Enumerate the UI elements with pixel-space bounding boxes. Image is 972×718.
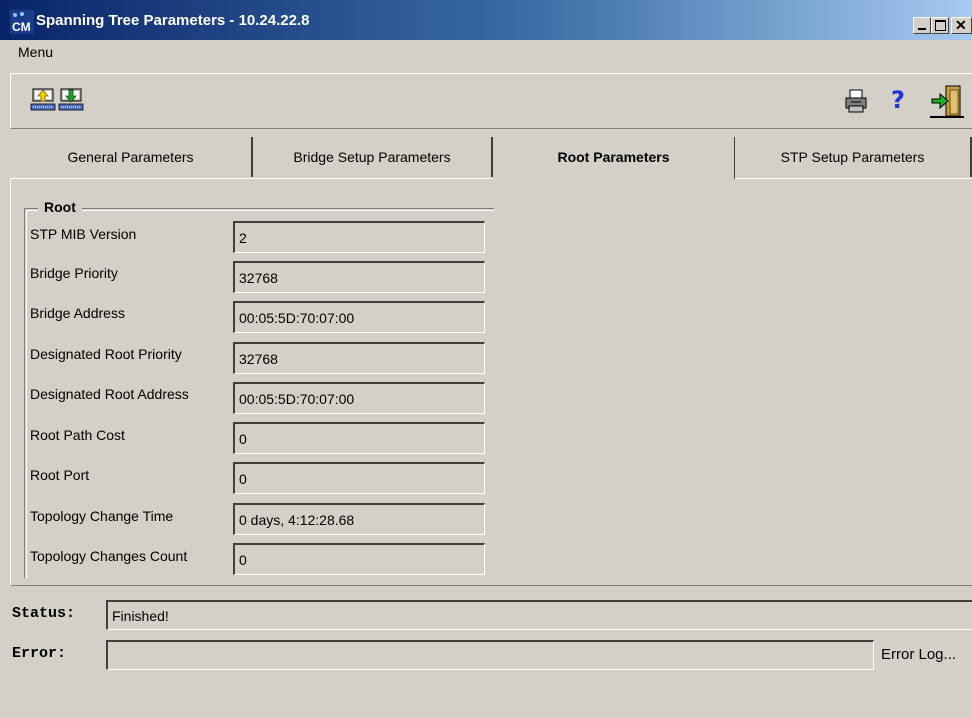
minimize-button[interactable] xyxy=(913,17,931,34)
root-path-cost-label: Root Path Cost xyxy=(30,427,125,443)
error-field xyxy=(106,640,874,670)
designated-root-priority-label: Designated Root Priority xyxy=(30,346,182,362)
download-icon[interactable] xyxy=(58,86,84,112)
bridge-priority-field: 32768 xyxy=(233,261,485,293)
root-port-field: 0 xyxy=(233,462,485,494)
status-label: Status: xyxy=(12,605,76,622)
app-icon: CM xyxy=(10,10,34,34)
tab-general-parameters[interactable]: General Parameters xyxy=(10,137,253,177)
window-title: Spanning Tree Parameters - 10.24.22.8 xyxy=(36,12,310,29)
designated-root-priority-field: 32768 xyxy=(233,342,485,374)
svg-text:CM: CM xyxy=(12,20,31,34)
print-icon[interactable] xyxy=(843,88,869,114)
tab-root-parameters[interactable]: Root Parameters xyxy=(493,137,735,179)
designated-root-address-field: 00:05:5D:70:07:00 xyxy=(233,382,485,414)
title-bar: CM Spanning Tree Parameters - 10.24.22.8 xyxy=(0,0,972,40)
topology-change-time-field: 0 days, 4:12:28.68 xyxy=(233,503,485,535)
status-field: Finished! xyxy=(106,600,972,630)
bridge-priority-label: Bridge Priority xyxy=(30,265,118,281)
bridge-address-field: 00:05:5D:70:07:00 xyxy=(233,301,485,333)
error-label: Error: xyxy=(12,645,67,662)
close-button[interactable] xyxy=(951,17,972,34)
stp-mib-version-label: STP MIB Version xyxy=(30,226,137,242)
maximize-button[interactable] xyxy=(931,17,949,34)
menu-bar xyxy=(0,40,972,72)
tab-bridge-setup-parameters[interactable]: Bridge Setup Parameters xyxy=(253,137,493,177)
topology-changes-count-label: Topology Changes Count xyxy=(30,548,188,564)
root-port-label: Root Port xyxy=(30,467,90,483)
stp-mib-version-field: 2 xyxy=(233,221,485,253)
help-icon[interactable]: ? xyxy=(885,86,911,114)
root-path-cost-field: 0 xyxy=(233,422,485,454)
menu-item-menu[interactable]: Menu xyxy=(18,44,53,60)
upload-icon[interactable] xyxy=(30,86,56,112)
tab-stp-setup-parameters[interactable]: STP Setup Parameters xyxy=(735,137,972,177)
error-log-button[interactable]: Error Log... xyxy=(881,646,956,663)
bridge-address-label: Bridge Address xyxy=(30,305,125,321)
topology-changes-count-field: 0 xyxy=(233,543,485,575)
topology-change-time-label: Topology Change Time xyxy=(30,508,174,524)
exit-icon[interactable] xyxy=(930,84,964,118)
root-group-legend: Root xyxy=(38,199,82,215)
designated-root-address-label: Designated Root Address xyxy=(30,386,189,402)
toolbar xyxy=(10,73,972,129)
